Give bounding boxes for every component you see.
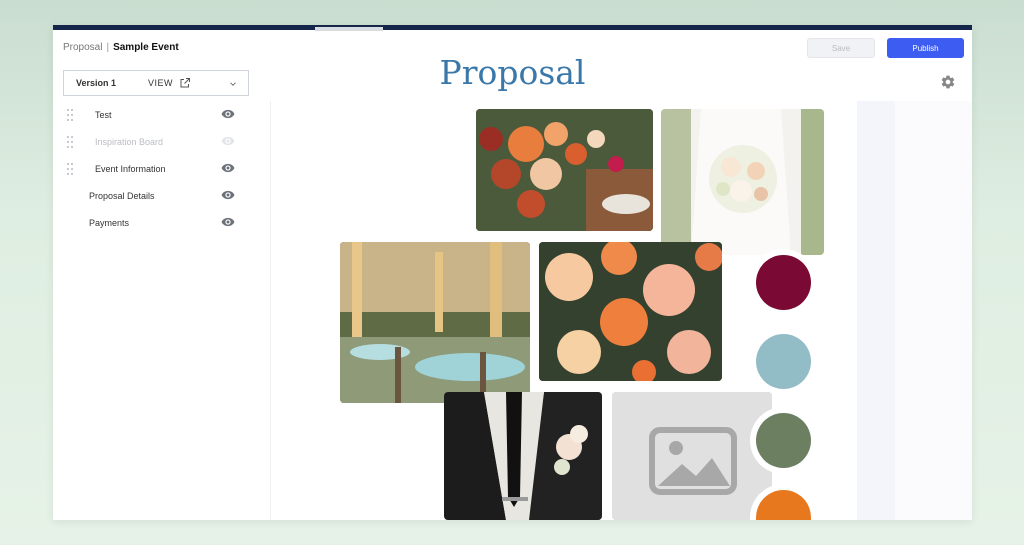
section-label: Test [95,110,112,120]
photo-bridal-bouquet[interactable] [661,109,824,255]
eye-icon[interactable] [221,109,235,119]
photo-peach-roses[interactable] [539,242,722,381]
section-label: Event Information [95,164,166,174]
view-link[interactable]: VIEW [148,78,173,88]
external-link-icon[interactable] [179,77,191,89]
photo-table-floral-centerpiece[interactable] [476,109,653,231]
color-swatch-burgundy[interactable] [756,255,811,310]
section-item-event-information[interactable]: Event Information [53,155,253,182]
eye-icon[interactable] [221,163,235,173]
chevron-down-icon[interactable] [228,79,238,89]
photo-groom-boutonniere[interactable] [444,392,602,520]
version-label: Version 1 [76,78,117,88]
version-select[interactable]: Version 1 VIEW [63,70,249,96]
top-accent-bar [53,25,972,31]
section-item-inspiration-board[interactable]: Inspiration Board [53,128,253,155]
breadcrumb: Proposal | Sample Event [63,42,179,53]
section-label: Proposal Details [89,191,155,201]
breadcrumb-event: Sample Event [113,42,179,53]
drag-handle-icon[interactable] [66,108,74,122]
eye-icon[interactable] [221,217,235,227]
eye-icon[interactable] [221,190,235,200]
drag-handle-icon[interactable] [66,135,74,149]
section-item-proposal-details[interactable]: Proposal Details [53,182,253,209]
section-item-payments[interactable]: Payments [53,209,253,236]
editor-window: Proposal | Sample Event Save Publish Propo… [53,25,972,520]
canvas-divider [270,101,271,520]
breadcrumb-separator: | [106,42,110,53]
gear-icon[interactable] [940,74,956,90]
breadcrumb-root[interactable]: Proposal [63,42,102,53]
color-swatch-dusty-blue[interactable] [756,334,811,389]
canvas-side-panel [857,101,895,520]
canvas-gutter [895,101,972,520]
section-label: Payments [89,218,130,228]
eye-hidden-icon[interactable] [221,136,235,146]
tab-indicator [315,27,383,31]
photo-image-placeholder[interactable] [612,392,772,520]
color-swatch-sage[interactable] [756,413,811,468]
section-label: Inspiration Board [95,137,164,147]
section-item-test[interactable]: Test [53,101,253,128]
drag-handle-icon[interactable] [66,162,74,176]
photo-string-lights-reception[interactable] [340,242,530,403]
